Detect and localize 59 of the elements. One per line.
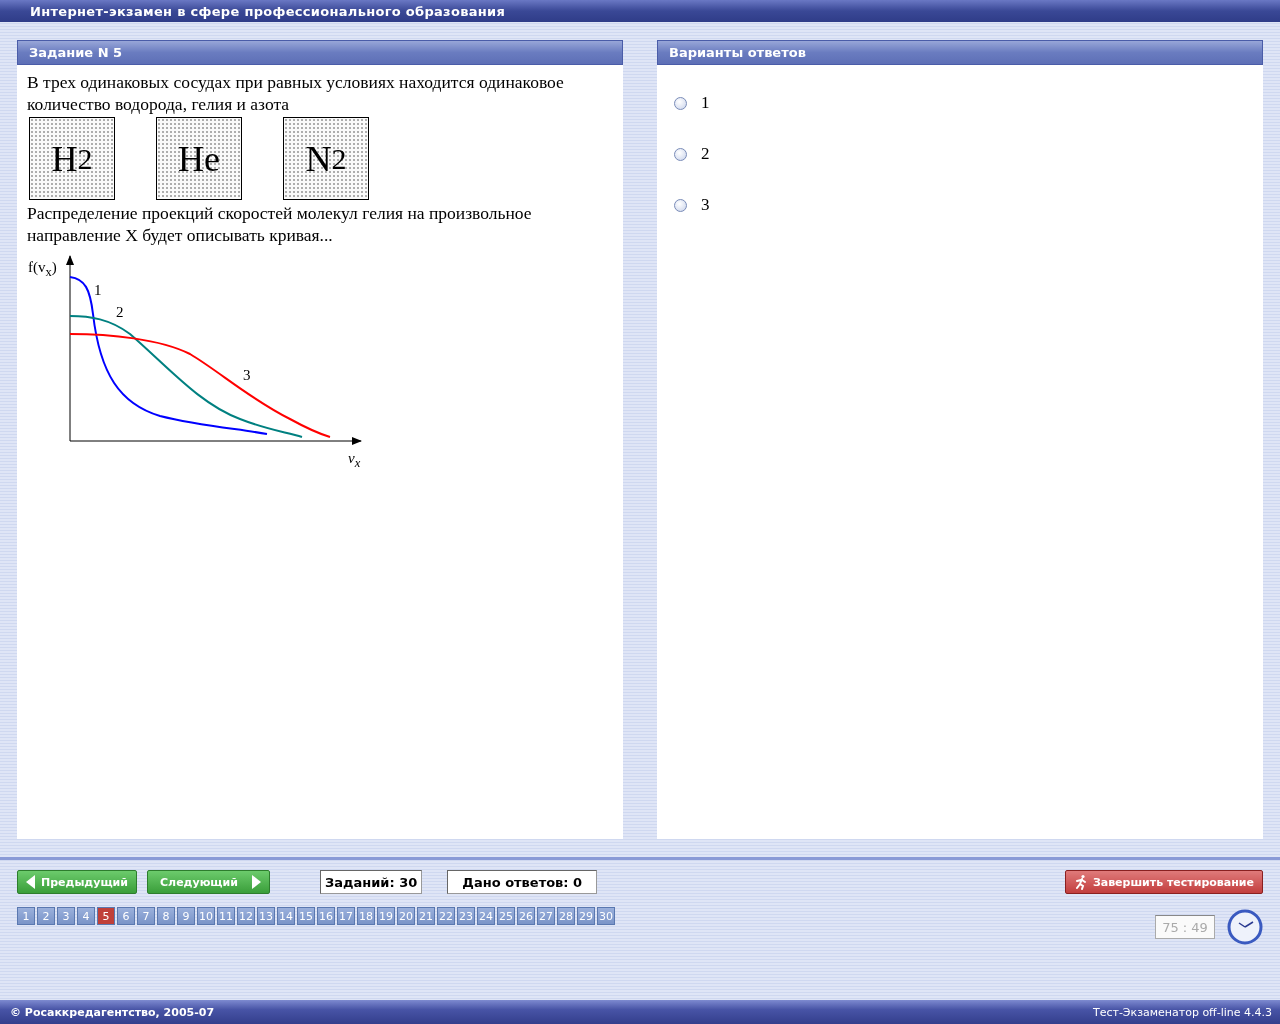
previous-button[interactable]: Предыдущий — [17, 870, 137, 894]
task-number[interactable]: 19 — [377, 907, 395, 925]
task-number[interactable]: 13 — [257, 907, 275, 925]
timer-field: 75 : 49 — [1155, 915, 1215, 939]
task-number[interactable]: 5 — [97, 907, 115, 925]
formula-box: He — [156, 117, 242, 200]
task-number[interactable]: 22 — [437, 907, 455, 925]
finish-test-button[interactable]: Завершить тестирование — [1064, 870, 1263, 894]
task-number[interactable]: 2 — [37, 907, 55, 925]
left-triangle-icon — [26, 875, 35, 889]
task-number[interactable]: 24 — [477, 907, 495, 925]
task-number[interactable]: 9 — [177, 907, 195, 925]
task-number[interactable]: 8 — [157, 907, 175, 925]
task-number[interactable]: 25 — [497, 907, 515, 925]
task-number[interactable]: 26 — [517, 907, 535, 925]
task-number[interactable]: 23 — [457, 907, 475, 925]
task-number[interactable]: 10 — [197, 907, 215, 925]
task-number[interactable]: 29 — [577, 907, 595, 925]
task-number[interactable]: 14 — [277, 907, 295, 925]
next-button[interactable]: Следующий — [147, 870, 270, 894]
task-number[interactable]: 30 — [597, 907, 615, 925]
clock-icon — [1227, 909, 1263, 945]
radio-button[interactable] — [674, 147, 687, 161]
task-number[interactable]: 16 — [317, 907, 335, 925]
tasks-counter: Заданий: 30 — [319, 870, 423, 894]
task-number[interactable]: 7 — [137, 907, 155, 925]
task-number[interactable]: 6 — [117, 907, 135, 925]
y-axis-label: f(v$_{x}$) — [28, 259, 57, 280]
task-number[interactable]: 11 — [217, 907, 235, 925]
radio-button[interactable] — [674, 198, 687, 212]
task-number[interactable]: 21 — [417, 907, 435, 925]
task-number[interactable]: 20 — [397, 907, 415, 925]
task-number[interactable]: 18 — [357, 907, 375, 925]
copyright-text: © Росаккредагентство, 2005-07 — [10, 1005, 215, 1019]
radio-button[interactable] — [674, 96, 687, 110]
running-person-icon — [1073, 874, 1088, 890]
task-number[interactable]: 1 — [17, 907, 35, 925]
question-intro: В трех одинаковых сосудах при равных условиях находится одинаковое количество водорода, гелия и азота — [27, 71, 565, 115]
option-label: 3 — [701, 195, 710, 215]
task-number[interactable]: 12 — [237, 907, 255, 925]
task-number[interactable]: 3 — [57, 907, 75, 925]
curve-label: 3 — [243, 367, 251, 383]
window-title: Интернет-экзамен в сфере профессионального образования — [0, 0, 1280, 22]
curve-label: 1 — [94, 282, 102, 298]
task-number[interactable]: 4 — [77, 907, 95, 925]
task-number[interactable]: 15 — [297, 907, 315, 925]
right-triangle-icon — [251, 875, 261, 889]
task-number[interactable]: 28 — [557, 907, 575, 925]
option-label: 1 — [701, 93, 710, 113]
question-text: Распределение проекций скоростей молекул гелия на произвольное направление X будет описывать кривая... — [27, 202, 533, 246]
answers-counter: Дано ответов: 0 — [447, 870, 598, 894]
task-number[interactable]: 17 — [337, 907, 355, 925]
task-number[interactable]: 27 — [537, 907, 555, 925]
panel-title: Варианты ответов — [657, 40, 1263, 65]
option-label: 2 — [701, 144, 710, 164]
curve-label: 2 — [116, 304, 124, 320]
x-axis-label: v$_{x}$ — [348, 450, 361, 471]
version-text: Тест-Экзаменатор off-line 4.4.3 — [1092, 1005, 1272, 1019]
panel-title: Задание N 5 — [17, 40, 623, 65]
